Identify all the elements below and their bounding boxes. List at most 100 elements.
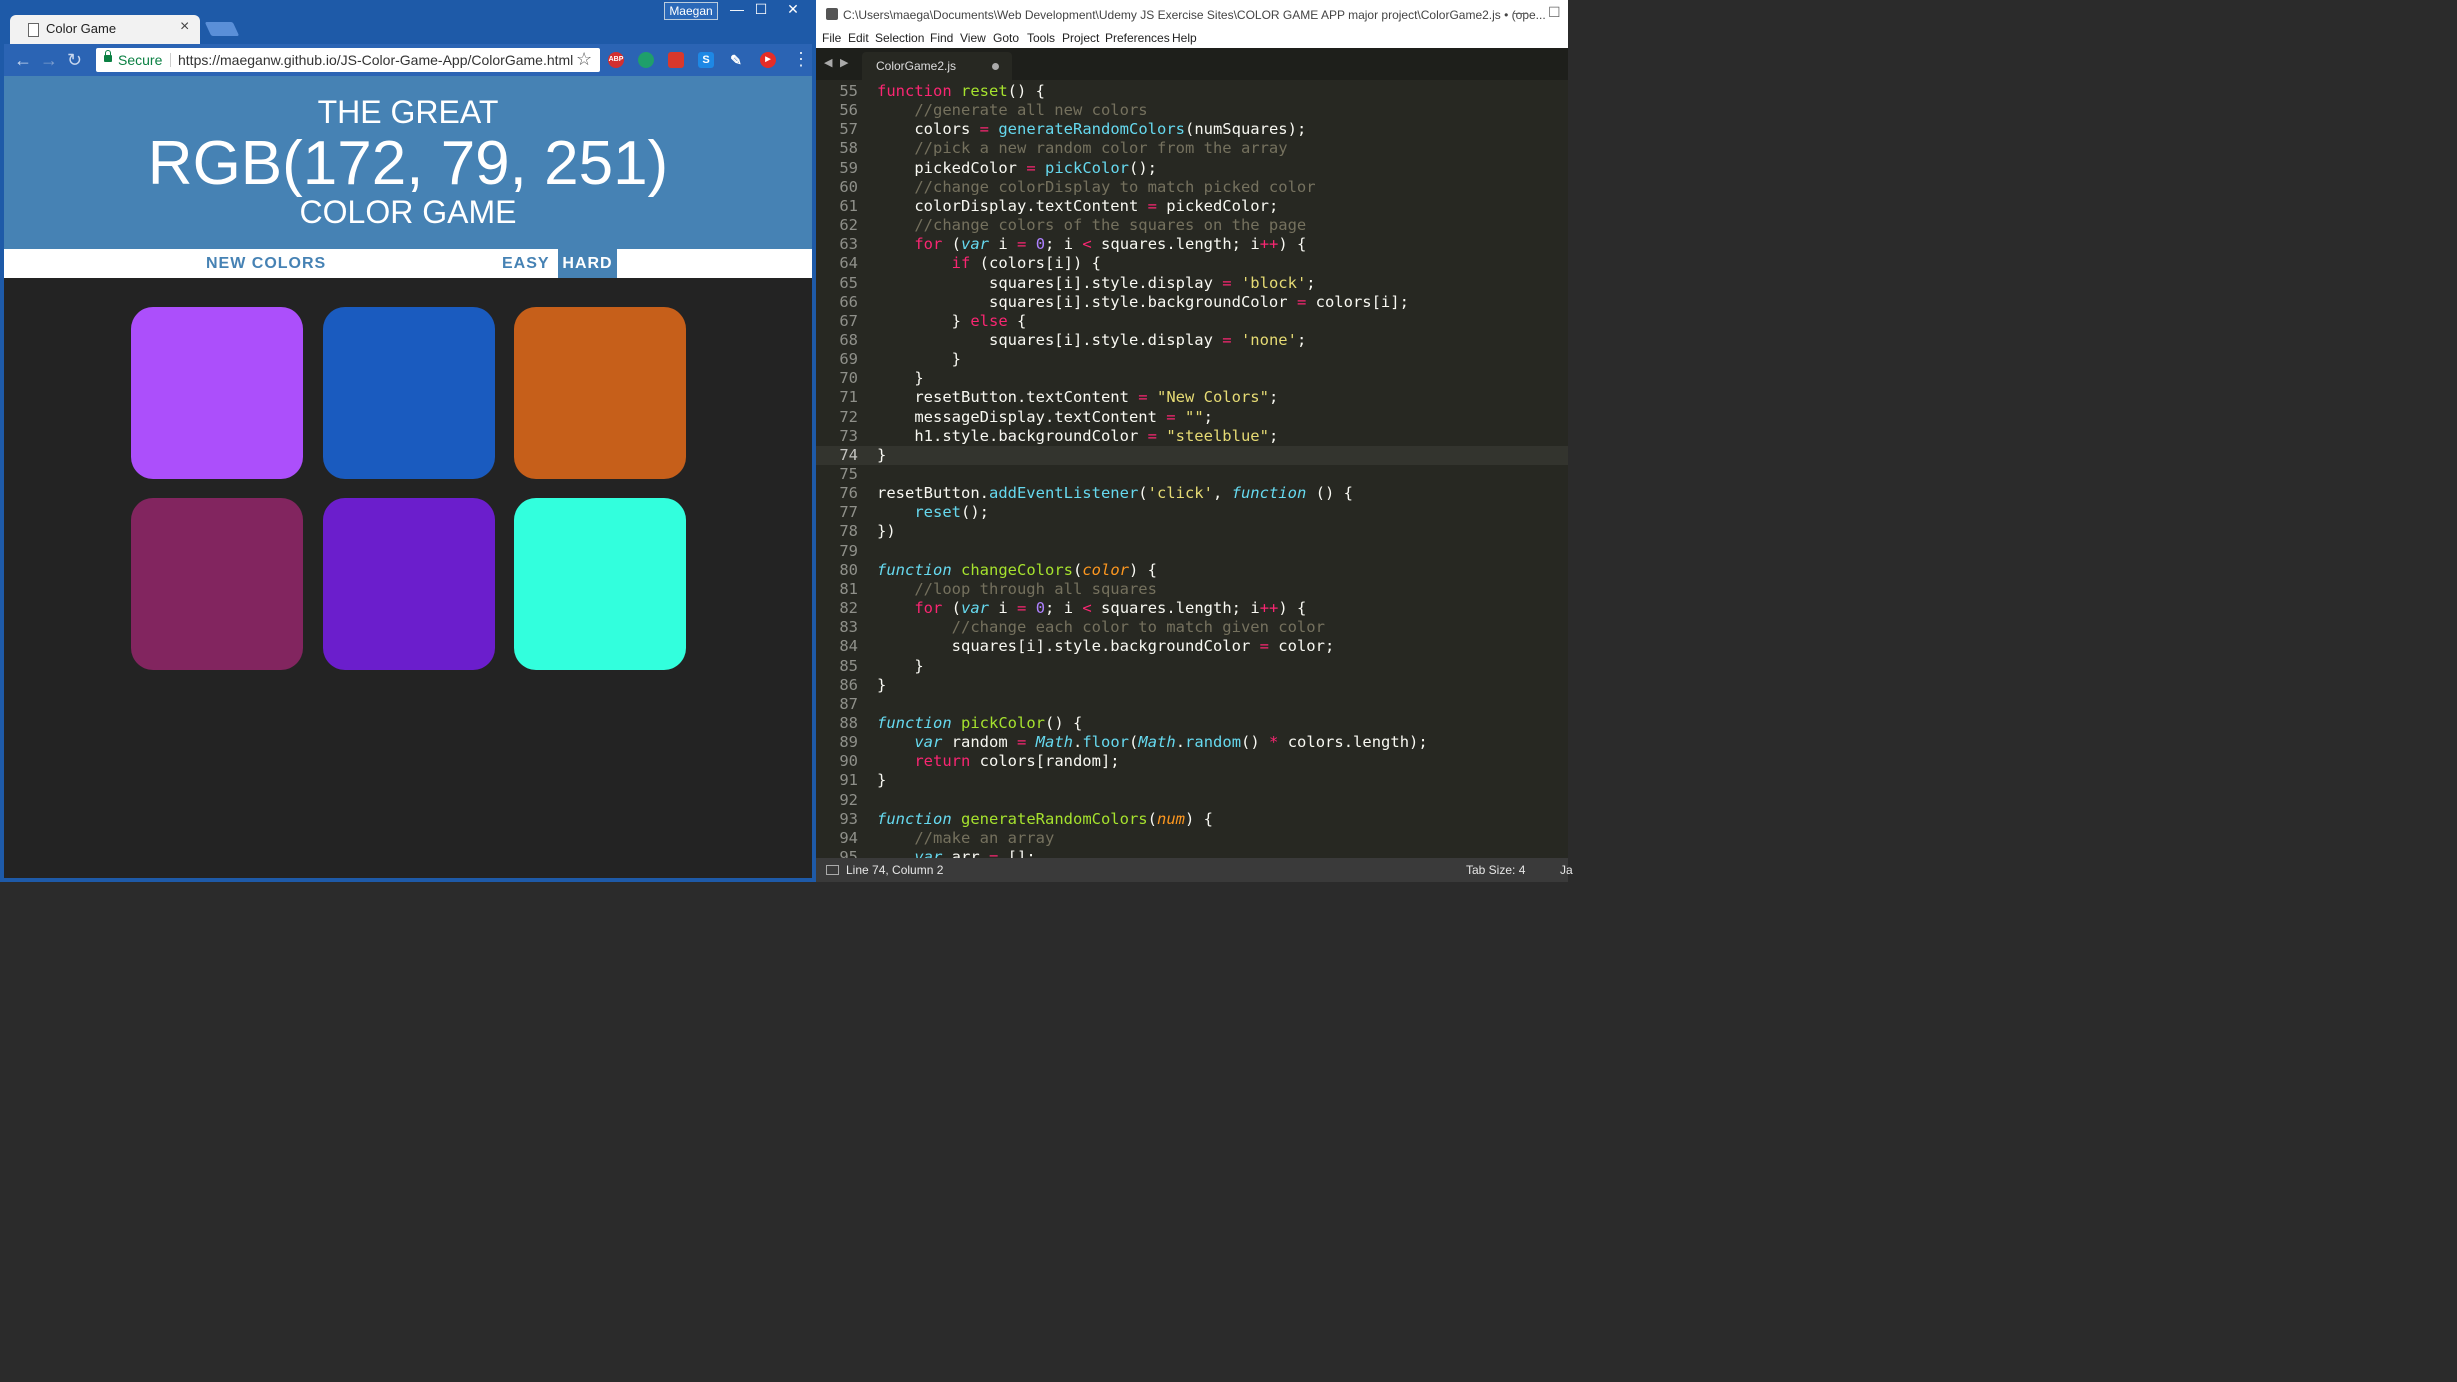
code-line[interactable]: 66 squares[i].style.backgroundColor = co… [816, 293, 1568, 312]
hard-button[interactable]: HARD [558, 249, 617, 278]
code-line[interactable]: 77 reset(); [816, 503, 1568, 522]
panel-toggle-icon[interactable] [826, 865, 839, 875]
back-arrow-icon[interactable]: ← [14, 50, 32, 71]
minimize-icon[interactable]: — [726, 0, 748, 18]
code-line[interactable]: 62 //change colors of the squares on the… [816, 216, 1568, 235]
code-line[interactable]: 70 } [816, 369, 1568, 388]
green-extension-icon[interactable] [638, 52, 654, 68]
address-bar[interactable]: Secure https://maeganw.github.io/JS-Colo… [96, 48, 600, 72]
code-token: resetButton. [877, 484, 989, 503]
code-line[interactable]: 65 squares[i].style.display = 'block'; [816, 274, 1568, 293]
code-line[interactable]: 55 function reset() { [816, 82, 1568, 101]
code-token: squares.length; i [1091, 599, 1260, 618]
menu-goto[interactable]: Goto [993, 31, 1019, 45]
syntax-label[interactable]: Ja [1560, 863, 1573, 877]
close-window-icon[interactable]: ✕ [772, 0, 814, 18]
code-line[interactable]: 84 squares[i].style.backgroundColor = co… [816, 637, 1568, 656]
code-line[interactable]: 93 function generateRandomColors(num) { [816, 810, 1568, 829]
code-line[interactable]: 91} [816, 771, 1568, 790]
line-text: } [877, 446, 886, 465]
browser-menu-icon[interactable]: ⋮ [792, 49, 810, 70]
menu-edit[interactable]: Edit [848, 31, 869, 45]
menu-preferences[interactable]: Preferences [1105, 31, 1170, 45]
menu-project[interactable]: Project [1062, 31, 1099, 45]
editor-maximize-icon[interactable]: ☐ [1548, 4, 1561, 21]
tab-prev-icon[interactable]: ◀ [824, 56, 832, 69]
menu-file[interactable]: File [822, 31, 841, 45]
header-line-color-game: COLOR GAME [299, 194, 517, 230]
code-token: squares[i].style.display [877, 330, 1223, 349]
menu-find[interactable]: Find [930, 31, 953, 45]
code-line[interactable]: 83 //change each color to match given co… [816, 618, 1568, 637]
unsaved-dot-icon[interactable] [992, 63, 999, 70]
menu-tools[interactable]: Tools [1027, 31, 1055, 45]
reload-icon[interactable]: ↻ [67, 50, 82, 71]
color-square[interactable] [131, 307, 303, 479]
code-line[interactable]: 88 function pickColor() { [816, 714, 1568, 733]
red-extension-icon[interactable] [668, 52, 684, 68]
code-line[interactable]: 95 var arr = []; [816, 848, 1568, 858]
code-line[interactable]: 58 //pick a new random color from the ar… [816, 139, 1568, 158]
tab-next-icon[interactable]: ▶ [840, 56, 848, 69]
code-line[interactable]: 73 h1.style.backgroundColor = "steelblue… [816, 427, 1568, 446]
code-line[interactable]: 81 //loop through all squares [816, 580, 1568, 599]
color-square[interactable] [131, 498, 303, 670]
line-number: 64 [839, 254, 858, 273]
tab-size[interactable]: Tab Size: 4 [1466, 863, 1525, 877]
code-line[interactable]: 59 pickedColor = pickColor(); [816, 159, 1568, 178]
color-square[interactable] [514, 307, 686, 479]
profile-button[interactable]: Maegan [664, 2, 718, 20]
menu-view[interactable]: View [960, 31, 986, 45]
code-line[interactable]: 94 //make an array [816, 829, 1568, 848]
new-colors-button[interactable]: NEW COLORS [206, 249, 326, 278]
color-square[interactable] [514, 498, 686, 670]
maximize-icon[interactable]: ☐ [750, 0, 772, 18]
code-line[interactable]: 57 colors = generateRandomColors(numSqua… [816, 120, 1568, 139]
code-line[interactable]: 72 messageDisplay.textContent = ""; [816, 408, 1568, 427]
code-line[interactable]: 68 squares[i].style.display = 'none'; [816, 331, 1568, 350]
pen-extension-icon[interactable]: ✎ [728, 52, 744, 68]
code-line[interactable]: 82 for (var i = 0; i < squares.length; i… [816, 599, 1568, 618]
tab-close-icon[interactable]: × [180, 18, 189, 36]
code-line[interactable]: 89 var random = Math.floor(Math.random()… [816, 733, 1568, 752]
easy-button[interactable]: EASY [502, 249, 550, 278]
color-square[interactable] [323, 498, 495, 670]
adblock-extension-icon[interactable]: ABP [608, 52, 624, 68]
browser-tab[interactable]: Color Game × [10, 15, 200, 44]
s-extension-icon[interactable]: S [698, 52, 714, 68]
code-line[interactable]: 90 return colors[random]; [816, 752, 1568, 771]
play-extension-icon[interactable]: ▶ [760, 52, 776, 68]
code-line[interactable]: 86} [816, 676, 1568, 695]
code-line[interactable]: 60 //change colorDisplay to match picked… [816, 178, 1568, 197]
new-tab-button[interactable] [204, 22, 240, 36]
code-line[interactable]: 74} [816, 445, 1568, 465]
code-line[interactable]: 79 [816, 542, 1568, 561]
code-line[interactable]: 64 if (colors[i]) { [816, 254, 1568, 273]
code-line[interactable]: 56 //generate all new colors [816, 101, 1568, 120]
code-line[interactable]: 63 for (var i = 0; i < squares.length; i… [816, 235, 1568, 254]
url-text[interactable]: https://maeganw.github.io/JS-Color-Game-… [178, 52, 573, 68]
editor-tab[interactable]: ColorGame2.js [862, 52, 1012, 80]
color-square[interactable] [323, 307, 495, 479]
bookmark-star-icon[interactable]: ☆ [576, 49, 592, 70]
code-line[interactable]: 87 [816, 695, 1568, 714]
code-line[interactable]: 76 resetButton.addEventListener('click', … [816, 484, 1568, 503]
menu-selection[interactable]: Selection [875, 31, 924, 45]
code-area[interactable]: 55 function reset() {56 //generate all ne… [816, 82, 1568, 858]
line-text: resetButton.textContent = "New Colors"; [877, 388, 1278, 407]
code-line[interactable]: 85 } [816, 657, 1568, 676]
code-line[interactable]: 80 function changeColors(color) { [816, 561, 1568, 580]
code-line[interactable]: 78}) [816, 522, 1568, 541]
menu-help[interactable]: Help [1172, 31, 1197, 45]
editor-minimize-icon[interactable]: — [1514, 4, 1528, 20]
code-line[interactable]: 92 [816, 791, 1568, 810]
code-line[interactable]: 67 } else { [816, 312, 1568, 331]
code-line[interactable]: 69 } [816, 350, 1568, 369]
line-number: 60 [839, 177, 858, 196]
code-line[interactable]: 75 [816, 465, 1568, 484]
code-line[interactable]: 71 resetButton.textContent = "New Colors… [816, 388, 1568, 407]
code-line[interactable]: 61 colorDisplay.textContent = pickedColo… [816, 197, 1568, 216]
code-token: = [989, 848, 999, 858]
forward-arrow-icon[interactable]: → [40, 50, 58, 71]
